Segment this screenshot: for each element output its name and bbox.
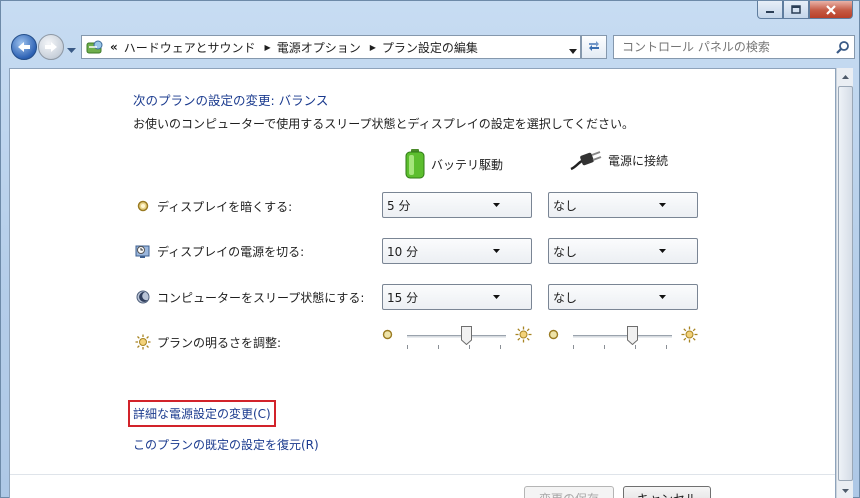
setting-label: コンピューターをスリープ状態にする: bbox=[157, 290, 365, 305]
battery-column-label: バッテリ駆動 bbox=[431, 157, 504, 172]
display-off-battery-select[interactable]: 10 分 bbox=[382, 238, 532, 264]
setting-label: ディスプレイの電源を切る: bbox=[157, 244, 305, 259]
slider-ticks bbox=[407, 345, 506, 349]
sleep-plugged-select[interactable]: なし bbox=[548, 284, 698, 310]
chevron-down-icon bbox=[461, 249, 531, 253]
select-value: 5 分 bbox=[387, 198, 411, 213]
dim-brightness-icon bbox=[548, 329, 559, 343]
display-off-icon bbox=[135, 243, 151, 259]
setting-row-dim-display: ディスプレイを暗くする: bbox=[135, 194, 292, 218]
scrollbar-thumb[interactable] bbox=[838, 86, 853, 481]
address-dropdown-icon[interactable] bbox=[569, 43, 577, 57]
bright-brightness-icon bbox=[515, 326, 532, 346]
chevron-down-icon bbox=[627, 249, 697, 253]
dim-display-battery-select[interactable]: 5 分 bbox=[382, 192, 532, 218]
brightness-plugged-slider[interactable] bbox=[548, 323, 698, 349]
cancel-button[interactable]: キャンセル bbox=[623, 486, 711, 498]
setting-label: プランの明るさを調整: bbox=[157, 335, 282, 350]
chevron-down-icon bbox=[627, 203, 697, 207]
recent-pages-dropdown[interactable] bbox=[67, 43, 76, 57]
control-panel-window: « ハードウェアとサウンド ▶ 電源オプション ▶ プラン設定の編集 次のプラン… bbox=[0, 0, 860, 498]
vertical-scrollbar[interactable] bbox=[836, 68, 853, 498]
sleep-icon bbox=[135, 289, 151, 305]
restore-defaults-link[interactable]: このプランの既定の設定を復元(R) bbox=[133, 436, 319, 453]
page-description: お使いのコンピューターで使用するスリープ状態とディスプレイの設定を選択してくださ… bbox=[133, 117, 635, 131]
scroll-up-arrow-icon[interactable] bbox=[837, 68, 853, 85]
back-button[interactable] bbox=[11, 34, 37, 60]
close-icon bbox=[826, 4, 836, 15]
display-off-plugged-select[interactable]: なし bbox=[548, 238, 698, 264]
breadcrumb-power-options[interactable]: 電源オプション bbox=[277, 39, 361, 56]
brightness-icon bbox=[135, 334, 151, 350]
setting-row-display-off: ディスプレイの電源を切る: bbox=[135, 239, 304, 263]
search-icon[interactable] bbox=[832, 40, 854, 54]
breadcrumb-separator-icon[interactable]: ▶ bbox=[265, 43, 271, 52]
back-arrow-icon bbox=[18, 42, 30, 52]
search-input[interactable] bbox=[622, 40, 832, 54]
setting-label: ディスプレイを暗くする: bbox=[157, 199, 293, 214]
chevron-down-icon bbox=[627, 295, 697, 299]
slider-thumb[interactable] bbox=[460, 326, 472, 346]
minimize-button[interactable] bbox=[757, 1, 783, 19]
bright-brightness-icon bbox=[681, 326, 698, 346]
address-bar[interactable]: « ハードウェアとサウンド ▶ 電源オプション ▶ プラン設定の編集 bbox=[81, 35, 581, 59]
minimize-icon bbox=[766, 10, 774, 13]
save-changes-button[interactable]: 変更の保存 bbox=[524, 486, 614, 498]
content-pane: 次のプランの設定の変更: バランス お使いのコンピューターで使用するスリープ状態… bbox=[9, 68, 836, 498]
select-value: なし bbox=[553, 198, 578, 213]
slider-ticks bbox=[573, 345, 672, 349]
forward-button[interactable] bbox=[38, 34, 64, 60]
brightness-battery-slider[interactable] bbox=[382, 323, 532, 349]
close-button[interactable] bbox=[809, 1, 853, 19]
button-bar: 変更の保存 キャンセル bbox=[10, 474, 835, 498]
refresh-icon bbox=[589, 41, 599, 51]
setting-row-brightness: プランの明るさを調整: bbox=[135, 330, 281, 354]
slider-track bbox=[407, 335, 506, 338]
column-header-battery: バッテリ駆動 bbox=[405, 149, 503, 179]
chevron-down-icon bbox=[67, 48, 76, 53]
breadcrumb-hardware-sound[interactable]: ハードウェアとサウンド bbox=[124, 39, 256, 56]
dim-display-plugged-select[interactable]: なし bbox=[548, 192, 698, 218]
sleep-battery-select[interactable]: 15 分 bbox=[382, 284, 532, 310]
maximize-icon bbox=[791, 5, 801, 14]
search-box[interactable] bbox=[613, 35, 855, 59]
refresh-button[interactable] bbox=[581, 35, 607, 59]
breadcrumb-separator-icon[interactable]: ▶ bbox=[370, 43, 376, 52]
chevron-down-icon bbox=[461, 203, 531, 207]
breadcrumb-overflow[interactable]: « bbox=[110, 40, 118, 54]
power-plug-icon bbox=[570, 151, 602, 171]
scroll-down-arrow-icon[interactable] bbox=[837, 482, 853, 498]
select-value: 15 分 bbox=[387, 290, 419, 305]
breadcrumb-edit-plan[interactable]: プラン設定の編集 bbox=[382, 39, 478, 56]
select-value: なし bbox=[553, 290, 578, 305]
setting-row-sleep: コンピューターをスリープ状態にする: bbox=[135, 285, 364, 309]
forward-arrow-icon bbox=[45, 42, 57, 52]
page-title: 次のプランの設定の変更: バランス bbox=[133, 93, 329, 108]
navigation-bar: « ハードウェアとサウンド ▶ 電源オプション ▶ プラン設定の編集 bbox=[7, 31, 855, 63]
select-value: なし bbox=[553, 244, 578, 259]
select-value: 10 分 bbox=[387, 244, 419, 259]
advanced-power-settings-link[interactable]: 詳細な電源設定の変更(C) bbox=[128, 400, 276, 427]
maximize-button[interactable] bbox=[783, 1, 809, 19]
chevron-down-icon bbox=[461, 295, 531, 299]
column-header-plugged-in: 電源に接続 bbox=[570, 149, 668, 171]
control-panel-folder-icon bbox=[84, 37, 106, 57]
plugged-column-label: 電源に接続 bbox=[608, 153, 669, 168]
slider-thumb[interactable] bbox=[626, 326, 638, 346]
dim-brightness-icon bbox=[382, 329, 393, 343]
dim-display-icon bbox=[135, 198, 151, 214]
caption-buttons bbox=[757, 1, 853, 19]
slider-track bbox=[573, 335, 672, 338]
battery-icon bbox=[405, 149, 425, 179]
